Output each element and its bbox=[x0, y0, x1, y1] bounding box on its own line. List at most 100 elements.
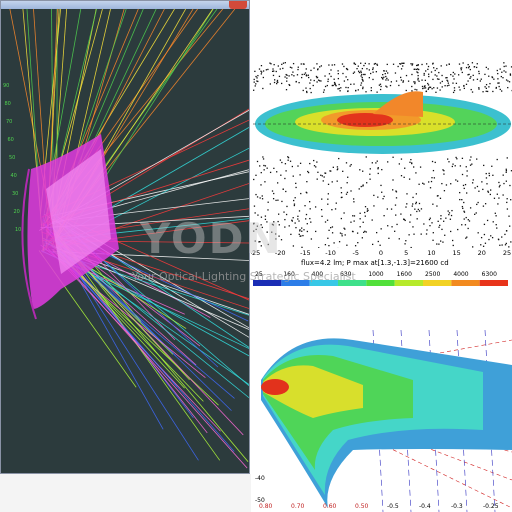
scatter-dot bbox=[297, 165, 299, 167]
scatter-dot bbox=[385, 75, 387, 78]
scatter-dot bbox=[297, 215, 299, 217]
scatter-dot bbox=[350, 163, 352, 166]
scatter-dot bbox=[463, 187, 465, 190]
scatter-dot bbox=[283, 211, 285, 213]
scatter-dot bbox=[306, 230, 309, 233]
scatter-dot bbox=[507, 80, 509, 82]
scatter-dot bbox=[301, 227, 303, 229]
scatter-dot bbox=[431, 222, 433, 224]
scatter-dot bbox=[443, 220, 445, 222]
scatter-dot bbox=[469, 164, 472, 166]
scatter-dot bbox=[462, 62, 464, 64]
scatter-dot bbox=[414, 68, 416, 70]
scatter-dot bbox=[289, 66, 292, 68]
scatter-dot bbox=[266, 231, 268, 233]
scatter-dot bbox=[428, 73, 430, 75]
scatter-dot bbox=[436, 205, 438, 207]
scatter-dot bbox=[438, 243, 440, 245]
scatter-dot bbox=[446, 85, 449, 87]
ray-trace-canvas: 90 80 70 60 50 40 30 20 10 bbox=[1, 9, 249, 473]
scatter-dot bbox=[338, 87, 340, 90]
scatter-dot bbox=[417, 208, 419, 211]
scatter-dot bbox=[277, 220, 279, 223]
taskbar-strip bbox=[0, 474, 251, 512]
scatter-dot bbox=[477, 232, 479, 234]
scale-label: 2500 bbox=[425, 271, 440, 278]
scatter-dot bbox=[470, 156, 472, 158]
scatter-dot bbox=[450, 230, 452, 233]
scatter-dot bbox=[337, 70, 339, 72]
scatter-dot bbox=[394, 72, 397, 74]
scatter-dot bbox=[383, 70, 385, 72]
scatter-dot bbox=[395, 214, 397, 216]
scatter-dot bbox=[415, 68, 418, 71]
scatter-dot bbox=[370, 89, 372, 92]
scatter-dot bbox=[253, 89, 255, 91]
scatter-dot bbox=[309, 217, 311, 220]
scatter-dot bbox=[292, 175, 294, 177]
scatter-dot bbox=[430, 71, 433, 73]
scatter-dot bbox=[357, 65, 359, 67]
scatter-dot bbox=[345, 193, 348, 195]
scatter-dot bbox=[463, 87, 465, 90]
scatter-dot bbox=[331, 181, 333, 183]
scatter-dot bbox=[440, 215, 442, 217]
scatter-dot bbox=[347, 79, 349, 81]
scatter-dot bbox=[264, 218, 267, 221]
scatter-dot bbox=[321, 215, 323, 218]
scale-label: 1600 bbox=[397, 271, 412, 278]
scatter-dot bbox=[453, 78, 455, 80]
scatter-dot bbox=[453, 89, 456, 92]
scatter-dot bbox=[284, 218, 286, 221]
close-icon[interactable] bbox=[229, 1, 247, 9]
scatter-dot bbox=[260, 171, 262, 174]
scatter-dot bbox=[357, 241, 359, 244]
side-y-tick: -40 bbox=[255, 475, 265, 482]
scatter-dot bbox=[293, 204, 296, 207]
scatter-dot bbox=[369, 173, 371, 175]
scatter-dot bbox=[296, 74, 299, 76]
scatter-dot bbox=[428, 181, 430, 183]
scatter-dot bbox=[405, 74, 408, 77]
scatter-dot bbox=[290, 233, 292, 236]
scatter-dot bbox=[416, 210, 418, 213]
color-scale-labels: 25 160 400 630 1000 1600 2500 4000 6300 bbox=[255, 271, 497, 278]
scatter-dot bbox=[299, 230, 301, 232]
scatter-dot bbox=[406, 193, 408, 195]
scatter-dot bbox=[423, 87, 425, 89]
scatter-dot bbox=[414, 82, 416, 85]
scatter-dot bbox=[262, 87, 264, 90]
scatter-dot bbox=[333, 81, 336, 84]
scatter-dot bbox=[346, 182, 348, 184]
scatter-dot bbox=[503, 182, 505, 185]
scatter-dot bbox=[480, 78, 482, 80]
scatter-dot bbox=[411, 162, 413, 165]
scatter-dot bbox=[446, 77, 448, 79]
scatter-dot bbox=[273, 63, 275, 66]
scatter-dot bbox=[454, 165, 456, 167]
scatter-dot bbox=[269, 171, 272, 174]
scatter-dot bbox=[464, 183, 467, 186]
scatter-dot bbox=[499, 68, 501, 70]
scatter-dot bbox=[295, 186, 297, 189]
scatter-dot bbox=[472, 74, 474, 77]
scatter-dot bbox=[273, 192, 275, 195]
side-x-label: 0.80 bbox=[259, 503, 273, 510]
side-x-label: -0.25 bbox=[483, 503, 499, 510]
scatter-dot bbox=[366, 182, 368, 184]
scatter-dot bbox=[317, 171, 319, 173]
scatter-dot bbox=[368, 77, 370, 79]
scatter-dot bbox=[421, 79, 423, 81]
scatter-dot bbox=[478, 190, 480, 192]
scatter-dot bbox=[456, 158, 458, 160]
scatter-dot bbox=[293, 75, 295, 77]
scatter-dot bbox=[306, 223, 308, 225]
scatter-dot bbox=[316, 178, 318, 180]
scatter-dot bbox=[413, 81, 415, 83]
scatter-dot bbox=[509, 225, 511, 227]
scatter-dot bbox=[457, 74, 460, 76]
scatter-dot bbox=[355, 90, 357, 92]
scatter-dot bbox=[255, 83, 257, 85]
scatter-dot bbox=[385, 79, 387, 81]
scatter-dot bbox=[306, 90, 308, 93]
